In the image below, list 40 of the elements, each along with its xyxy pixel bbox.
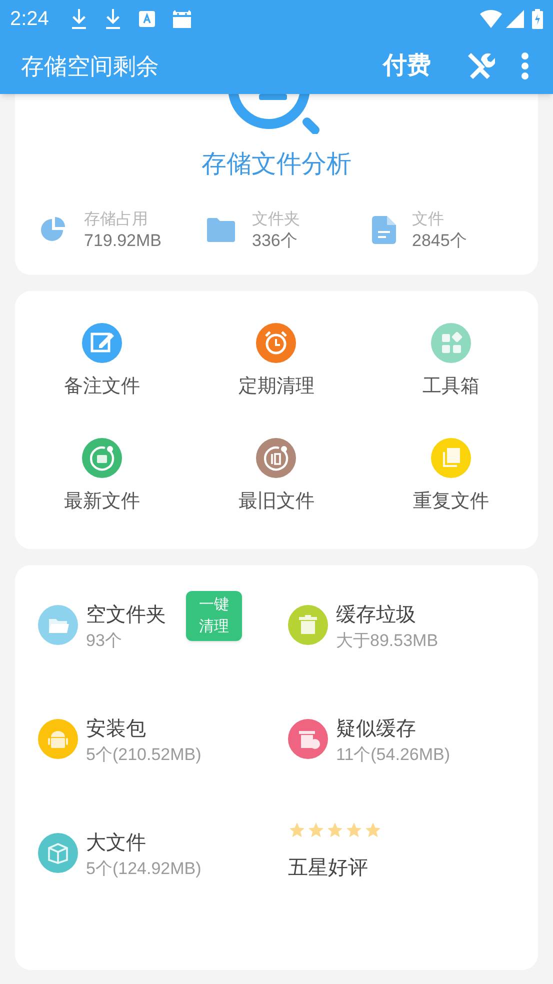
star-icon	[345, 821, 363, 840]
document-icon	[372, 216, 396, 244]
category-detail: 5个(124.92MB)	[86, 858, 202, 880]
star-icon	[364, 821, 382, 840]
android-icon	[172, 9, 192, 29]
shortcut-button[interactable]: 定期清理	[189, 322, 364, 402]
shortcut-button[interactable]: 最旧文件	[189, 438, 364, 517]
stat-label: 文件夹	[252, 210, 300, 230]
category-title[interactable]: 安装包	[86, 715, 202, 744]
stat-value: 336个	[252, 230, 298, 251]
more-menu-icon[interactable]	[521, 52, 529, 80]
download-icon	[104, 9, 121, 29]
stat-value: 719.92MB	[84, 230, 162, 251]
app-notification-icon	[138, 11, 155, 27]
app-title: 存储空间剩余	[21, 52, 159, 81]
shortcut-button[interactable]: 最新文件	[15, 438, 190, 517]
star-icon	[288, 821, 306, 840]
category-detail: 5个(210.52MB)	[86, 744, 202, 766]
category-title[interactable]: 疑似缓存	[336, 715, 450, 744]
signal-icon	[506, 10, 524, 28]
folder-icon	[206, 217, 236, 244]
category-title[interactable]: 大文件	[86, 829, 202, 858]
status-time: 2:24	[10, 7, 49, 32]
category-detail: 11个(54.26MB)	[336, 744, 450, 766]
battery-icon	[532, 9, 543, 29]
shortcut-button[interactable]: 重复文件	[364, 438, 538, 517]
download-icon	[70, 9, 87, 29]
category-title[interactable]: 空文件夹	[86, 600, 166, 629]
star-icon	[307, 821, 325, 840]
shortcut-button[interactable]: 备注文件	[15, 322, 190, 402]
wifi-icon	[480, 10, 502, 28]
star-icon	[326, 821, 344, 840]
category-detail: 大于89.53MB	[336, 630, 438, 652]
rating-label[interactable]: 五星好评	[288, 853, 538, 884]
category-title[interactable]: 缓存垃圾	[336, 600, 438, 629]
stat-label: 文件	[412, 210, 445, 230]
shortcut-button[interactable]: 工具箱	[364, 322, 538, 402]
category-detail: 93个	[86, 630, 123, 652]
stat-value: 2845个	[412, 230, 467, 251]
stat-label: 存储占用	[84, 210, 149, 230]
